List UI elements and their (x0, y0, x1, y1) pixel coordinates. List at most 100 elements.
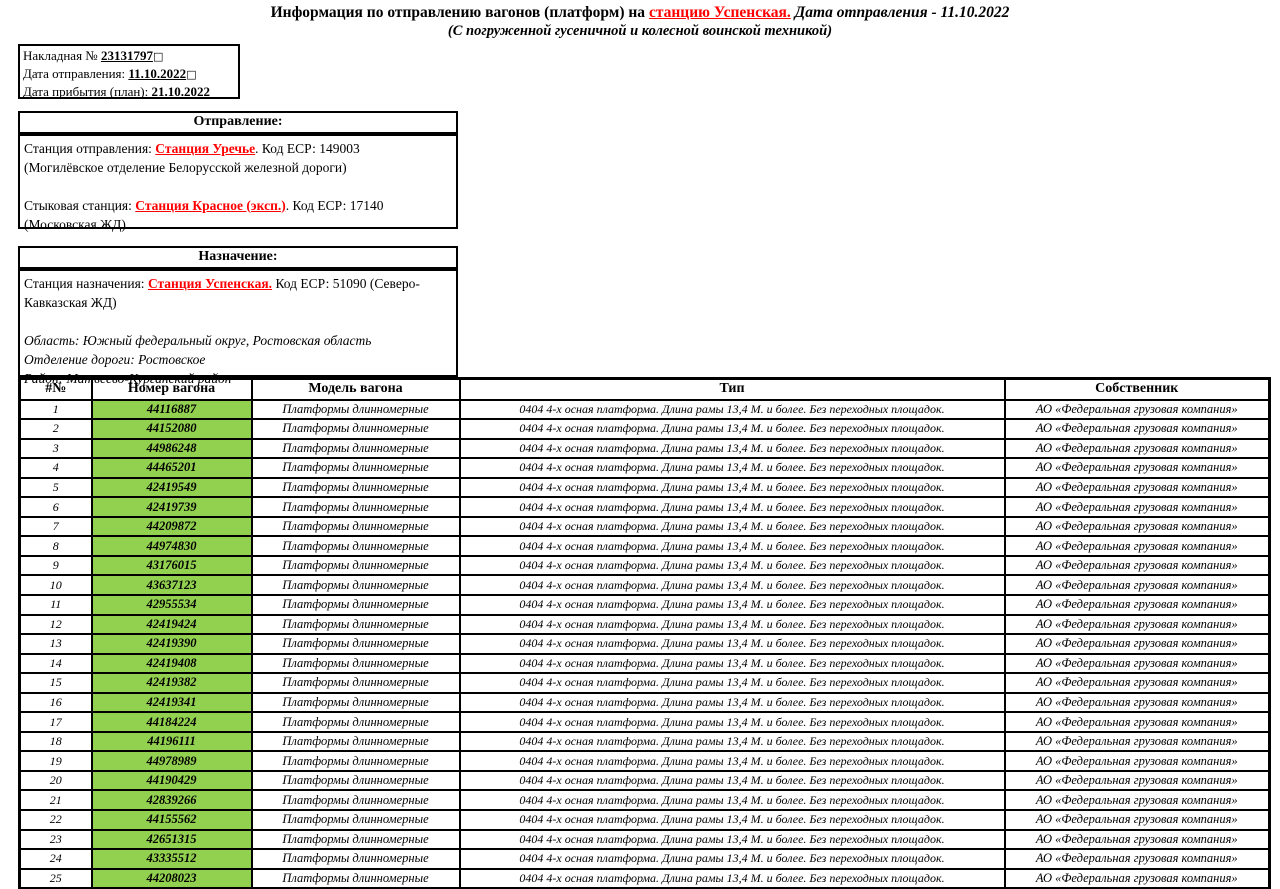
wagon-model: Платформы длинномерные (252, 556, 460, 576)
waybill-departure-label: Дата отправления: (23, 66, 128, 81)
destination-division-line: Отделение дороги: Ростовское (24, 350, 452, 369)
wagon-model: Платформы длинномерные (252, 615, 460, 635)
wagon-type: 0404 4-х осная платформа. Длина рамы 13,… (460, 458, 1005, 478)
row-index: 6 (20, 497, 92, 517)
column-header-wagon-number: Номер вагона (92, 379, 252, 400)
document-page: Информация по отправлению вагонов (платф… (0, 0, 1280, 889)
wagon-number: 42955534 (92, 595, 252, 615)
wagon-model: Платформы длинномерные (252, 810, 460, 830)
row-index: 7 (20, 517, 92, 537)
row-index: 5 (20, 478, 92, 498)
row-index: 15 (20, 673, 92, 693)
waybill-box: Накладная № 23131797□ Дата отправления: … (18, 44, 240, 99)
wagon-type: 0404 4-х осная платформа. Длина рамы 13,… (460, 575, 1005, 595)
row-index: 16 (20, 693, 92, 713)
wagon-number: 42419341 (92, 693, 252, 713)
wagon-number: 42419739 (92, 497, 252, 517)
wagon-model: Платформы длинномерные (252, 439, 460, 459)
wagon-owner: АО «Федеральная грузовая компания» (1005, 810, 1270, 830)
junction-station-link[interactable]: Станция Красное (эксп.) (135, 198, 285, 213)
table-row: 1542419382Платформы длинномерные0404 4-х… (20, 673, 1270, 693)
wagon-type: 0404 4-х осная платформа. Длина рамы 13,… (460, 830, 1005, 850)
table-row: 1342419390Платформы длинномерные0404 4-х… (20, 634, 1270, 654)
wagon-owner: АО «Федеральная грузовая компания» (1005, 790, 1270, 810)
column-header-owner: Собственник (1005, 379, 1270, 400)
spacer (24, 312, 452, 331)
wagon-model: Платформы длинномерные (252, 790, 460, 810)
table-row: 1642419341Платформы длинномерные0404 4-х… (20, 693, 1270, 713)
wagon-model: Платформы длинномерные (252, 517, 460, 537)
destination-section-header: Назначение: (18, 246, 458, 269)
table-row: 1944978989Платформы длинномерные0404 4-х… (20, 751, 1270, 771)
waybill-number-value: 23131797 (101, 48, 153, 63)
row-index: 3 (20, 439, 92, 459)
destination-station-label: Станция назначения: (24, 276, 148, 291)
wagon-number: 44208023 (92, 869, 252, 889)
wagon-owner: АО «Федеральная грузовая компания» (1005, 478, 1270, 498)
wagon-number: 42419382 (92, 673, 252, 693)
row-index: 10 (20, 575, 92, 595)
wagon-type: 0404 4-х осная платформа. Длина рамы 13,… (460, 693, 1005, 713)
wagon-number: 43176015 (92, 556, 252, 576)
wagon-type: 0404 4-х осная платформа. Длина рамы 13,… (460, 400, 1005, 420)
wagon-type: 0404 4-х осная платформа. Длина рамы 13,… (460, 771, 1005, 791)
wagon-number: 44974830 (92, 536, 252, 556)
departure-station-link[interactable]: Станция Уречье (155, 141, 255, 156)
waybill-arrival-label: Дата прибытия (план): (23, 84, 151, 99)
table-row: 2244155562Платформы длинномерные0404 4-х… (20, 810, 1270, 830)
row-index: 21 (20, 790, 92, 810)
destination-region-line: Область: Южный федеральный округ, Ростов… (24, 331, 452, 350)
wagon-model: Платформы длинномерные (252, 595, 460, 615)
column-header-type: Тип (460, 379, 1005, 400)
table-row: 1744184224Платформы длинномерные0404 4-х… (20, 712, 1270, 732)
wagon-type: 0404 4-х осная платформа. Длина рамы 13,… (460, 536, 1005, 556)
wagon-number: 44465201 (92, 458, 252, 478)
row-index: 22 (20, 810, 92, 830)
wagon-model: Платформы длинномерные (252, 536, 460, 556)
title-departure-date: Дата отправления - 11.10.2022 (791, 4, 1010, 21)
wagon-number: 42419549 (92, 478, 252, 498)
waybill-number-line: Накладная № 23131797□ (23, 47, 235, 65)
departure-section-body: Станция отправления: Станция Уречье . Код… (18, 134, 458, 230)
wagon-type: 0404 4-х осная платформа. Длина рамы 13,… (460, 712, 1005, 732)
table-row: 1442419408Платформы длинномерные0404 4-х… (20, 654, 1270, 674)
waybill-arrival-value: 21.10.2022 (151, 84, 210, 99)
table-header-row: #№ Номер вагона Модель вагона Тип Собств… (20, 379, 1270, 400)
row-index: 23 (20, 830, 92, 850)
table-row: 744209872Платформы длинномерные0404 4-х … (20, 517, 1270, 537)
table-row: 844974830Платформы длинномерные0404 4-х … (20, 536, 1270, 556)
column-header-wagon-model: Модель вагона (252, 379, 460, 400)
wagon-number: 42419408 (92, 654, 252, 674)
wagon-table-body: 144116887Платформы длинномерные0404 4-х … (20, 400, 1270, 889)
junction-station-line: Стыковая станция: Станция Красное (эксп.… (24, 196, 452, 215)
table-row: 2443335512Платформы длинномерные0404 4-х… (20, 849, 1270, 869)
wagon-owner: АО «Федеральная грузовая компания» (1005, 400, 1270, 420)
wagon-owner: АО «Федеральная грузовая компания» (1005, 849, 1270, 869)
departure-station-label: Станция отправления: (24, 141, 155, 156)
document-title: Информация по отправлению вагонов (платф… (0, 3, 1280, 22)
wagon-number: 44155562 (92, 810, 252, 830)
wagon-type: 0404 4-х осная платформа. Длина рамы 13,… (460, 810, 1005, 830)
document-subtitle: (С погруженной гусеничной и колесной вои… (0, 22, 1280, 40)
title-station-link[interactable]: станцию Успенская. (649, 4, 791, 21)
wagon-owner: АО «Федеральная грузовая компания» (1005, 869, 1270, 889)
wagon-model: Платформы длинномерные (252, 458, 460, 478)
wagon-model: Платформы длинномерные (252, 497, 460, 517)
wagon-number: 42419424 (92, 615, 252, 635)
destination-station-link[interactable]: Станция Успенская. (148, 276, 272, 291)
wagon-owner: АО «Федеральная грузовая компания» (1005, 693, 1270, 713)
wagon-owner: АО «Федеральная грузовая компания» (1005, 615, 1270, 635)
wagon-model: Платформы длинномерные (252, 830, 460, 850)
row-index: 18 (20, 732, 92, 752)
row-index: 19 (20, 751, 92, 771)
spacer (24, 177, 452, 196)
wagon-number: 44196111 (92, 732, 252, 752)
table-row: 144116887Платформы длинномерные0404 4-х … (20, 400, 1270, 420)
missing-glyph-box-icon: □ (186, 68, 196, 81)
table-row: 344986248Платформы длинномерные0404 4-х … (20, 439, 1270, 459)
wagon-type: 0404 4-х осная платформа. Длина рамы 13,… (460, 869, 1005, 889)
wagon-type: 0404 4-х осная платформа. Длина рамы 13,… (460, 732, 1005, 752)
junction-station-code: . Код ЕСР: 17140 (286, 198, 384, 213)
row-index: 8 (20, 536, 92, 556)
wagon-number: 42651315 (92, 830, 252, 850)
